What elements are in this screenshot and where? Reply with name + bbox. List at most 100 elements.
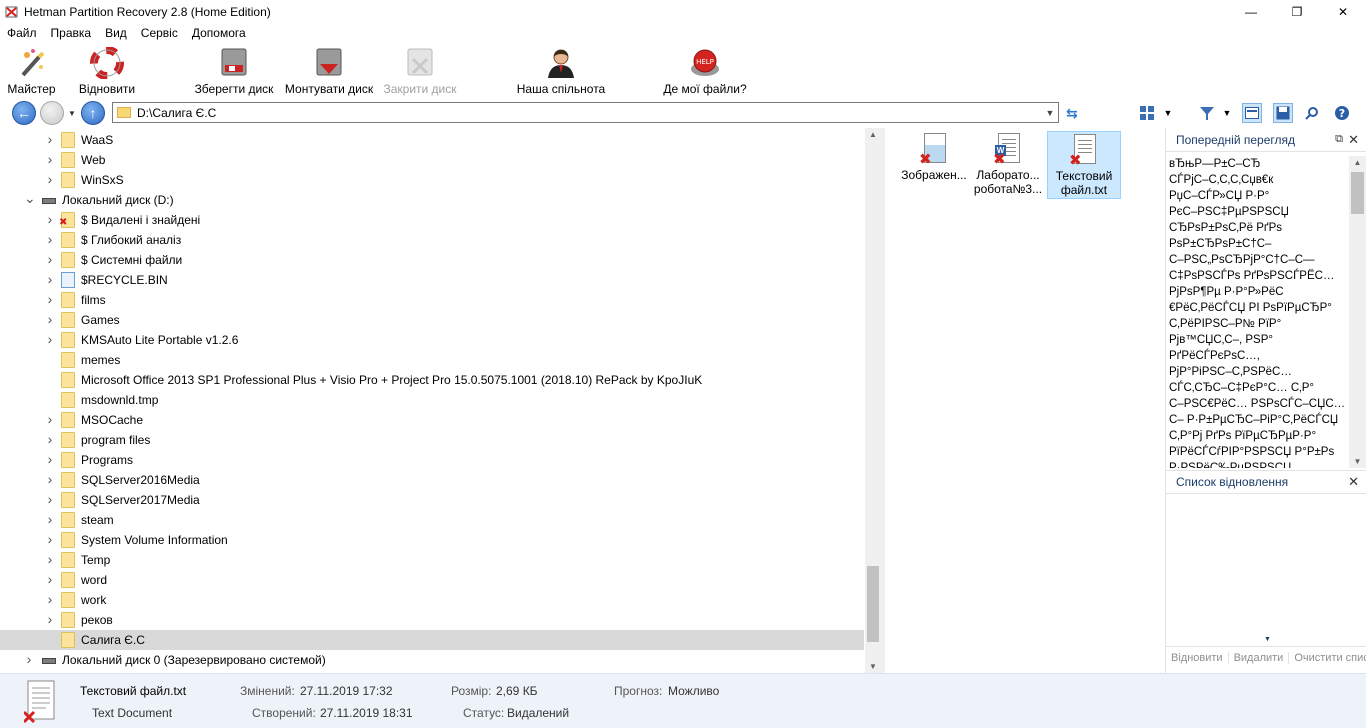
tree-item[interactable]: › steam (0, 510, 864, 530)
tree-item[interactable]: › Programs (0, 450, 864, 470)
chevron-right-icon[interactable]: › (45, 311, 55, 327)
tree-item[interactable]: › MSOCache (0, 410, 864, 430)
file-item-text[interactable]: ✖ Текстовий файл.txt (1047, 131, 1121, 199)
chevron-right-icon[interactable]: › (45, 231, 55, 247)
chevron-right-icon[interactable]: › (45, 531, 55, 547)
close-disk-button[interactable]: Закрити диск (381, 44, 459, 96)
chevron-right-icon[interactable]: › (45, 411, 55, 427)
tree-item[interactable]: › System Volume Information (0, 530, 864, 550)
tree-item[interactable]: › work (0, 590, 864, 610)
recover-button[interactable]: Відновити (76, 44, 138, 96)
expand-triangle-icon[interactable]: ▼ (1264, 636, 1271, 643)
chevron-right-icon[interactable]: › (45, 291, 55, 307)
tree-item[interactable]: › SQLServer2017Media (0, 490, 864, 510)
chevron-right-icon[interactable]: › (45, 211, 55, 227)
filter-dropdown-icon[interactable]: ▼ (1217, 103, 1237, 123)
where-files-button[interactable]: HELP Де мої файли? (662, 44, 748, 96)
scroll-down-icon[interactable]: ▼ (865, 662, 881, 671)
file-item-word[interactable]: W ✖ Лаборато... робота№3... (971, 131, 1045, 199)
mount-disk-button[interactable]: Монтувати диск (283, 44, 375, 96)
tree-item[interactable]: › SQLServer2016Media (0, 470, 864, 490)
help-button-icon: HELP (688, 47, 722, 79)
tree-item[interactable]: › Web (0, 150, 864, 170)
chevron-right-icon[interactable]: › (24, 651, 34, 667)
menu-service[interactable]: Сервіс (134, 26, 185, 40)
file-item-image[interactable]: ✖ Зображен... (897, 131, 971, 199)
pin-icon[interactable]: ⧉ (1335, 133, 1343, 146)
tree-item[interactable]: › Temp (0, 550, 864, 570)
chevron-right-icon[interactable]: › (45, 611, 55, 627)
chevron-right-icon[interactable]: › (45, 451, 55, 467)
close-icon[interactable]: ✕ (1348, 474, 1359, 490)
tree-item[interactable]: › KMSAuto Lite Portable v1.2.6 (0, 330, 864, 350)
menu-view[interactable]: Вид (98, 26, 134, 40)
tree-item[interactable]: › Локальний диск 0 (Зарезервировано систе… (0, 650, 864, 670)
scroll-down-icon[interactable]: ▼ (1349, 457, 1366, 466)
tree-item[interactable]: memes (0, 350, 864, 370)
chevron-right-icon[interactable]: › (45, 131, 55, 147)
chevron-right-icon[interactable]: › (45, 251, 55, 267)
save-icon[interactable] (1273, 103, 1293, 123)
tree-item[interactable]: Microsoft Office 2013 SP1 Professional P… (0, 370, 864, 390)
tree-item[interactable]: › program files (0, 430, 864, 450)
chevron-right-icon[interactable]: › (45, 431, 55, 447)
tree-item[interactable]: › $RECYCLE.BIN (0, 270, 864, 290)
save-disk-button[interactable]: Зберегти диск (192, 44, 276, 96)
community-button[interactable]: Наша спільнота (514, 44, 608, 96)
chevron-right-icon[interactable]: › (45, 151, 55, 167)
tree-item[interactable]: › WinSxS (0, 170, 864, 190)
chevron-right-icon[interactable]: › (45, 331, 55, 347)
chevron-right-icon[interactable]: › (45, 471, 55, 487)
close-button[interactable]: ✕ (1320, 0, 1366, 23)
clear-list-action[interactable]: Очистити список (1289, 652, 1366, 664)
chevron-right-icon[interactable]: › (45, 271, 55, 287)
tree-item[interactable]: › ✖ $ Видалені і знайдені (0, 210, 864, 230)
preview-scroll-thumb[interactable] (1351, 172, 1364, 214)
up-button[interactable]: ↑ (81, 101, 105, 125)
preview-pane-icon[interactable] (1242, 103, 1262, 123)
tree-item[interactable]: › films (0, 290, 864, 310)
view-dropdown-icon[interactable]: ▼ (1158, 103, 1178, 123)
recycle-bin-icon (61, 272, 75, 288)
tree-item[interactable]: › Games (0, 310, 864, 330)
tree-item[interactable]: Салига Є.С (0, 630, 864, 650)
tree-item[interactable]: msdownld.tmp (0, 390, 864, 410)
forward-button[interactable]: → (40, 101, 64, 125)
back-button[interactable]: ← (12, 101, 36, 125)
refresh-icon[interactable]: ⇆ (1066, 105, 1082, 121)
menu-file[interactable]: Файл (0, 26, 44, 40)
tree-item[interactable]: › $ Системні файли (0, 250, 864, 270)
tree-item[interactable]: ⌄ Локальний диск (D:) (0, 190, 864, 210)
chevron-right-icon[interactable]: › (45, 491, 55, 507)
address-bar[interactable]: D:\Салига Є.С ▼ (112, 102, 1059, 123)
menu-help[interactable]: Допомога (185, 26, 253, 40)
tree-item[interactable]: › реков (0, 610, 864, 630)
tree-item[interactable]: › WaaS (0, 130, 864, 150)
chevron-down-icon[interactable]: ▼ (1042, 108, 1058, 118)
tree-scroll-thumb[interactable] (867, 566, 879, 642)
maximize-button[interactable]: ❐ (1274, 0, 1320, 23)
chevron-right-icon[interactable]: › (45, 571, 55, 587)
close-icon[interactable]: ✕ (1348, 132, 1359, 148)
chevron-down-icon[interactable]: ⌄ (24, 190, 36, 207)
preview-scrollbar[interactable]: ▲ ▼ (1349, 156, 1366, 468)
scroll-up-icon[interactable]: ▲ (865, 130, 881, 139)
chevron-right-icon[interactable]: › (45, 551, 55, 567)
menu-edit[interactable]: Правка (44, 26, 99, 40)
help-icon[interactable]: ? (1332, 103, 1352, 123)
view-mode-icon[interactable] (1138, 103, 1158, 123)
chevron-right-icon[interactable]: › (45, 591, 55, 607)
chevron-right-icon[interactable]: › (45, 171, 55, 187)
tree-scrollbar[interactable]: ▲ ▼ (865, 128, 881, 673)
tree-item[interactable]: › word (0, 570, 864, 590)
chevron-right-icon[interactable]: › (45, 511, 55, 527)
delete-action[interactable]: Видалити (1229, 651, 1290, 664)
history-dropdown-icon[interactable]: ▼ (68, 109, 76, 118)
minimize-button[interactable]: — (1228, 0, 1274, 23)
scroll-up-icon[interactable]: ▲ (1349, 158, 1366, 167)
recover-action[interactable]: Відновити (1166, 651, 1229, 664)
tree-item[interactable]: › $ Глибокий аналіз (0, 230, 864, 250)
search-icon[interactable] (1302, 103, 1322, 123)
filter-icon[interactable] (1197, 103, 1217, 123)
wizard-button[interactable]: Майстер (4, 44, 59, 96)
